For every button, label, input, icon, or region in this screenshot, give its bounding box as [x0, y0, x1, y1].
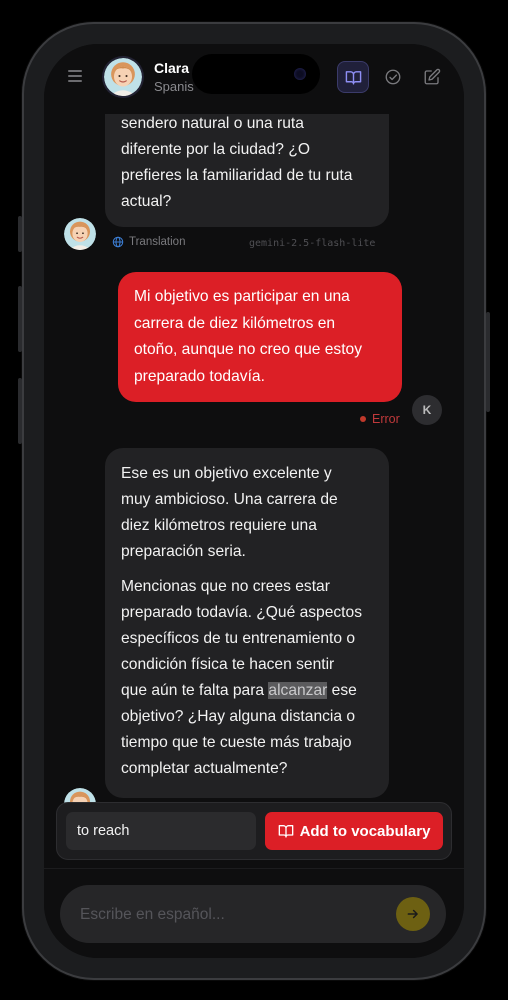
message-line: objetivo? ¿Hay alguna distancia o [121, 708, 356, 725]
send-button[interactable] [396, 897, 430, 931]
user-message-bubble: Mi objetivo es participar en una carrera… [118, 272, 402, 402]
volume-down-button [18, 378, 22, 444]
message-line: condición física te hacen sentir [121, 656, 335, 673]
message-line: específicos de tu entrenamiento o [121, 630, 356, 647]
new-chat-button[interactable] [416, 61, 448, 93]
add-to-vocabulary-label: Add to vocabulary [299, 822, 431, 840]
message-line: completar actualmente? [121, 760, 288, 777]
book-open-icon [278, 825, 293, 838]
message-line: Mencionas que no crees estar [121, 578, 330, 595]
error-status: Error [360, 412, 400, 426]
translation-toggle[interactable]: Translation [112, 236, 185, 248]
message-line: carrera de diez kilómetros en [134, 314, 336, 332]
vocabulary-bar: Add to vocabulary [56, 802, 452, 860]
message-line: muy ambicioso. Una carrera de [121, 491, 338, 508]
model-label: gemini-2.5-flash-lite [249, 238, 376, 249]
user-avatar: K [412, 395, 442, 425]
volume-up-button [18, 286, 22, 352]
message-line: tiempo que te cueste más trabajo [121, 734, 352, 751]
message-line: preparación seria. [121, 543, 246, 560]
line-text: que aún te falta para [121, 682, 269, 699]
globe-icon [112, 236, 124, 248]
bot-message-bubble: Ese es un objetivo excelente y muy ambic… [105, 448, 389, 798]
message-line: sendero natural o una ruta [121, 115, 304, 132]
message-line: que aún te falta para alcanzar ese [121, 678, 373, 704]
message-paragraph: Mencionas que no crees estar preparado t… [121, 574, 373, 782]
translation-input[interactable] [66, 812, 256, 850]
message-line: prefieres la familiaridad de tu ruta [121, 167, 353, 184]
message-line: Ese es un objetivo excelente y [121, 465, 332, 482]
message-line: diferente por la ciudad? ¿O [121, 141, 310, 158]
check-circle-icon [385, 69, 401, 85]
tutor-avatar [64, 218, 96, 250]
vocabulary-book-button[interactable] [337, 61, 369, 93]
tutor-avatar-image [104, 58, 142, 96]
message-line: preparado todavía. [134, 367, 265, 385]
chat-header: Clara Spanis [44, 44, 464, 114]
translation-label: Translation [129, 236, 186, 248]
menu-icon[interactable] [68, 70, 82, 82]
message-line: diez kilómetros requiere una [121, 517, 317, 534]
error-label: Error [372, 412, 400, 426]
error-dot-icon [360, 416, 366, 422]
tutor-name: Clara [154, 60, 190, 76]
tutor-avatar-image [64, 218, 96, 250]
arrow-right-icon [407, 909, 418, 919]
action-button [18, 216, 22, 252]
app-screen: sendero natural o una ruta diferente por… [44, 44, 464, 958]
edit-icon [424, 68, 441, 85]
message-line: actual? [121, 193, 172, 210]
camera-icon [294, 68, 306, 80]
message-line: otoño, aunque no creo que estoy [134, 341, 363, 358]
message-composer [60, 885, 446, 945]
power-button [486, 312, 490, 412]
line-text: ese [327, 682, 357, 699]
message-paragraph: Ese es un objetivo excelente y muy ambic… [121, 461, 373, 565]
message-line: preparado todavía. ¿Qué aspectos [121, 604, 362, 621]
book-open-icon [345, 70, 361, 85]
selected-word[interactable]: alcanzar [268, 682, 328, 699]
tutor-avatar[interactable] [104, 58, 142, 96]
tutor-language: Spanis [154, 79, 194, 94]
dynamic-island [192, 54, 320, 94]
message-line: Mi objetivo es participar en una [134, 288, 350, 305]
add-to-vocabulary-button[interactable]: Add to vocabulary [265, 812, 443, 850]
composer-area [44, 868, 464, 958]
check-button[interactable] [377, 61, 409, 93]
message-input[interactable] [78, 885, 382, 945]
